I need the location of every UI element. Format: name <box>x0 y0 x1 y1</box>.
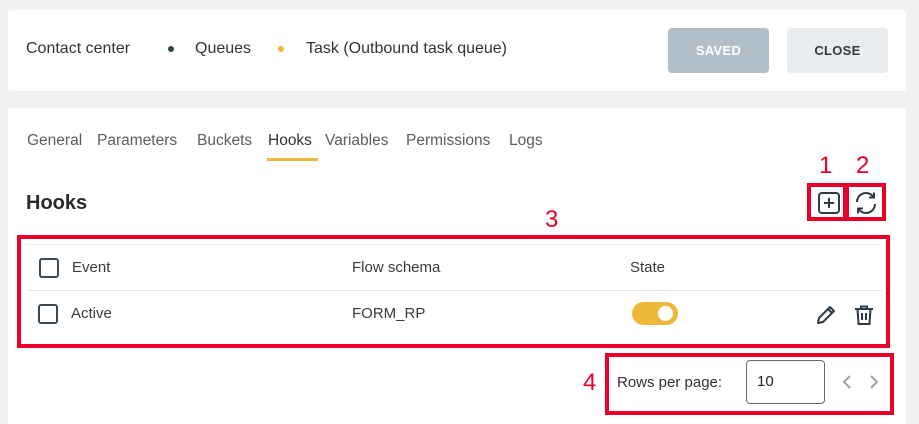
delete-hook-button[interactable] <box>851 302 877 328</box>
add-square-icon <box>818 192 840 214</box>
trash-icon <box>855 305 873 325</box>
previous-page-button[interactable] <box>838 372 856 392</box>
tab-logs[interactable]: Logs <box>509 132 543 150</box>
row-event-cell: Active <box>71 305 112 322</box>
tab-hooks[interactable]: Hooks <box>268 132 312 150</box>
row-checkbox[interactable] <box>38 304 58 324</box>
select-all-checkbox[interactable] <box>39 258 59 278</box>
column-header-state[interactable]: State <box>630 259 665 276</box>
tab-parameters[interactable]: Parameters <box>97 132 177 150</box>
refresh-button[interactable] <box>850 188 882 218</box>
row-state-toggle[interactable] <box>632 302 678 325</box>
breadcrumb-item-current: Task (Outbound task queue) <box>306 40 508 57</box>
add-hook-button[interactable] <box>814 188 844 218</box>
chevron-left-icon <box>842 375 851 389</box>
rows-per-page-input[interactable]: 10 <box>746 360 825 404</box>
breadcrumb-item-queues[interactable]: Queues <box>195 40 251 58</box>
edit-hook-button[interactable] <box>813 302 839 328</box>
annotation-label-3: 3 <box>545 206 559 233</box>
annotation-label-4: 4 <box>583 369 597 396</box>
tab-variables[interactable]: Variables <box>325 132 388 150</box>
close-button[interactable]: CLOSE <box>787 28 888 73</box>
tab-permissions[interactable]: Permissions <box>406 132 490 150</box>
pencil-icon <box>817 306 835 324</box>
column-header-flow-schema[interactable]: Flow schema <box>352 259 440 276</box>
rows-per-page-label: Rows per page: <box>617 374 723 391</box>
column-header-event[interactable]: Event <box>72 259 110 276</box>
refresh-icon <box>855 191 877 215</box>
toggle-knob <box>658 306 673 321</box>
table-top-border <box>26 244 882 245</box>
row-flow-schema-cell: FORM_RP <box>352 305 426 322</box>
annotation-label-1: 1 <box>819 152 833 179</box>
breadcrumb-separator <box>278 46 284 52</box>
breadcrumb-separator <box>168 46 174 52</box>
row-divider <box>26 290 882 291</box>
annotation-label-2: 2 <box>856 152 870 179</box>
next-page-button[interactable] <box>865 372 883 392</box>
saved-button[interactable]: SAVED <box>668 28 769 73</box>
chevron-right-icon <box>870 375 879 389</box>
section-title: Hooks <box>26 192 88 214</box>
tab-buckets[interactable]: Buckets <box>197 132 252 150</box>
breadcrumb-item-contact-center[interactable]: Contact center <box>26 40 130 58</box>
tab-general[interactable]: General <box>27 132 82 150</box>
active-tab-indicator <box>267 158 318 161</box>
